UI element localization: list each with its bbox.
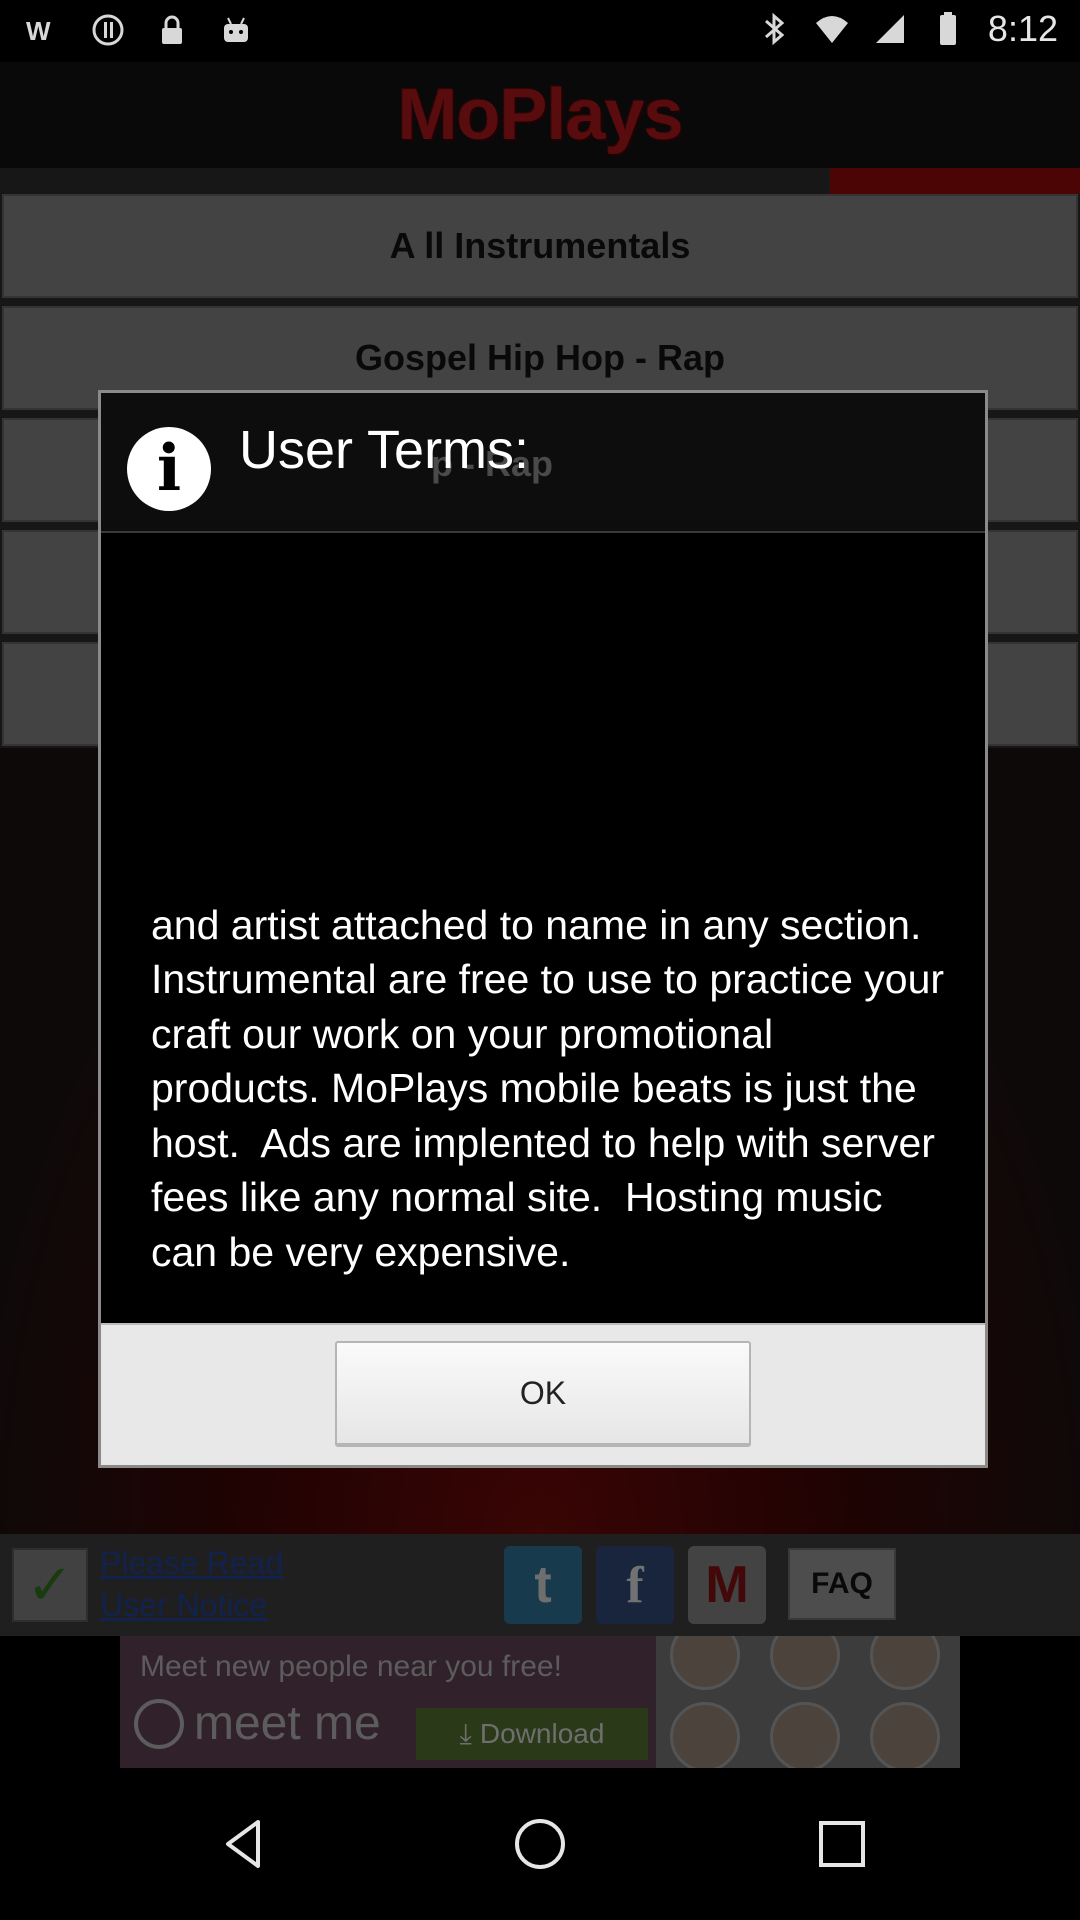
battery-icon <box>939 12 956 45</box>
home-icon[interactable] <box>510 1814 570 1874</box>
lock-icon <box>162 15 182 44</box>
status-bar: W 8:12 <box>0 0 1080 62</box>
wf-icon: W <box>26 16 51 46</box>
blocked-icon <box>92 14 124 46</box>
dialog-body[interactable]: and artist attached to name in any secti… <box>137 541 947 1321</box>
dialog-title: User Terms: <box>239 420 530 480</box>
wifi-icon <box>815 16 848 43</box>
user-terms-dialog: p - Rap i User Terms: and artist attache… <box>98 390 988 1468</box>
svg-text:W: W <box>26 16 51 46</box>
back-icon[interactable] <box>214 1814 274 1874</box>
info-icon: i <box>127 427 211 511</box>
recents-icon[interactable] <box>812 1814 872 1874</box>
signal-icon <box>875 15 904 43</box>
status-time: 8:12 <box>987 8 1058 49</box>
bluetooth-icon <box>764 12 785 46</box>
android-icon <box>224 17 248 42</box>
dialog-message: and artist attached to name in any secti… <box>151 901 945 1275</box>
dialog-footer: OK <box>101 1323 985 1465</box>
ok-button[interactable]: OK <box>335 1341 751 1447</box>
navigation-bar <box>0 1768 1080 1920</box>
dialog-header: p - Rap i User Terms: <box>101 393 985 533</box>
